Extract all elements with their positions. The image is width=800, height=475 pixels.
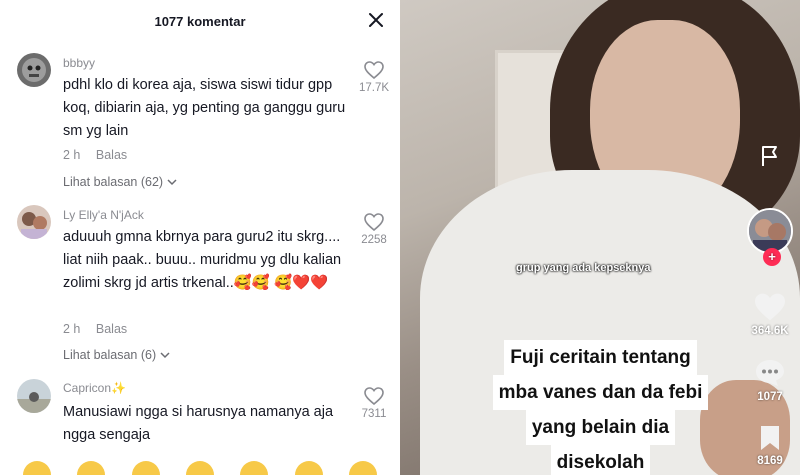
like-count: 2258 — [361, 234, 387, 246]
app-root: 1077 komentar bbbyy pdhl klo di korea aj… — [0, 0, 800, 475]
view-replies-button[interactable]: Lihat balasan (6) — [63, 348, 171, 362]
emoji-button[interactable] — [185, 461, 214, 475]
emoji-button[interactable] — [23, 461, 52, 475]
comment-video-button[interactable]: 1077 — [740, 358, 800, 403]
avatar[interactable] — [17, 379, 51, 413]
video-save-count: 8169 — [757, 455, 783, 467]
video-action-bar: + 364.6K 1077 8169 — [740, 0, 800, 475]
video-caption-line: Fuji ceritain tentang — [504, 340, 697, 375]
video-player[interactable]: grup yang ada kepseknya Fuji ceritain te… — [400, 0, 800, 475]
emoji-button[interactable] — [77, 461, 106, 475]
comments-panel: 1077 komentar bbbyy pdhl klo di korea aj… — [0, 0, 400, 475]
comment-text: pdhl klo di korea aja, siswa siswi tidur… — [63, 77, 346, 139]
emoji-button[interactable] — [240, 461, 269, 475]
heart-outline-icon — [364, 387, 384, 405]
view-replies-label: Lihat balasan (62) — [63, 175, 164, 189]
heart-icon — [755, 293, 785, 321]
comment-username[interactable]: bbbyy — [63, 56, 95, 70]
video-comment-count: 1077 — [757, 391, 783, 403]
comment-time: 2 h — [63, 322, 81, 336]
reply-button[interactable]: Balas — [96, 148, 127, 162]
save-video-button[interactable]: 8169 — [740, 424, 800, 467]
comment-meta: 2 h Balas — [63, 322, 127, 336]
video-caption-top: grup yang ada kepseknya — [516, 262, 651, 274]
like-button[interactable]: 17.7K — [354, 61, 394, 94]
like-video-button[interactable]: 364.6K — [740, 292, 800, 337]
comment-text: aduuuh gmna kbrnya para guru2 itu skrg..… — [63, 229, 342, 291]
avatar[interactable] — [17, 205, 51, 239]
video-caption-line: disekolah — [550, 445, 651, 475]
video-caption-line: yang belain dia — [525, 410, 676, 445]
heart-outline-icon — [364, 61, 384, 79]
comment-time: 2 h — [63, 148, 81, 162]
comment-username[interactable]: Capricon✨ — [63, 381, 126, 395]
video-like-count: 364.6K — [751, 325, 789, 337]
comment-text: Manusiawi ngga si harusnya namanya aja n… — [63, 404, 334, 443]
chevron-down-icon — [160, 352, 170, 359]
comments-title: 1077 komentar — [154, 13, 246, 29]
comment-username[interactable]: Ly Elly'a N'jAck — [63, 208, 144, 222]
emoji-button[interactable] — [348, 461, 377, 475]
creator-avatar: + — [747, 208, 793, 266]
close-button[interactable] — [366, 10, 386, 30]
reply-button[interactable]: Balas — [96, 322, 127, 336]
like-button[interactable]: 2258 — [354, 213, 394, 246]
view-replies-label: Lihat balasan (6) — [63, 348, 157, 362]
like-button[interactable]: 7311 — [354, 387, 394, 420]
view-replies-button[interactable]: Lihat balasan (62) — [63, 175, 178, 189]
flag-icon — [762, 146, 777, 166]
video-caption-box: Fuji ceritain tentang mba vanes dan da f… — [488, 340, 713, 475]
video-caption-line: mba vanes dan da febi — [492, 375, 709, 410]
plus-icon[interactable]: + — [763, 248, 781, 266]
creator-avatar-button[interactable]: + — [740, 208, 800, 266]
chevron-down-icon — [167, 179, 177, 186]
like-count: 17.7K — [358, 82, 390, 94]
close-icon — [369, 13, 383, 27]
avatar[interactable] — [17, 53, 51, 87]
comments-header: 1077 komentar — [0, 0, 400, 42]
emoji-bar — [0, 461, 400, 475]
comment-icon — [756, 360, 784, 386]
report-button[interactable] — [740, 144, 800, 168]
emoji-button[interactable] — [294, 461, 323, 475]
heart-outline-icon — [364, 213, 384, 231]
bookmark-icon — [761, 426, 779, 450]
like-count: 7311 — [361, 408, 387, 420]
emoji-button[interactable] — [131, 461, 160, 475]
comment-meta: 2 h Balas — [63, 148, 127, 162]
